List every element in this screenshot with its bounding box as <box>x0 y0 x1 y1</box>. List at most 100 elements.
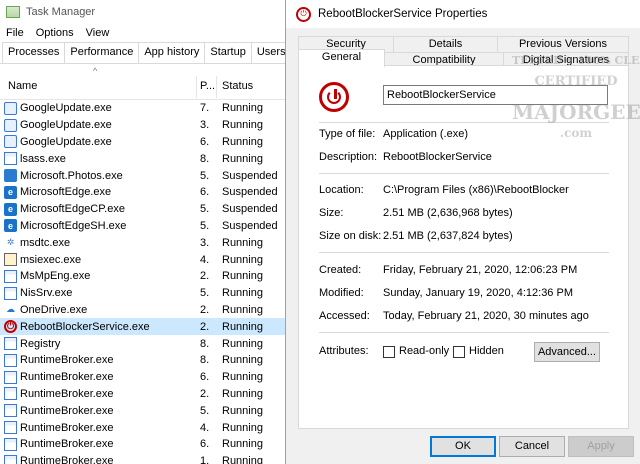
process-row[interactable]: Microsoft.Photos.exe 5. Suspended <box>0 167 292 184</box>
hidden-label: Hidden <box>469 345 504 357</box>
divider <box>319 173 609 174</box>
process-row[interactable]: RuntimeBroker.exe 4. Running <box>0 419 292 436</box>
process-row[interactable]: e MicrosoftEdgeCP.exe 5. Suspended <box>0 201 292 218</box>
google-update-icon <box>4 135 17 149</box>
tab-details[interactable]: Details <box>393 36 498 52</box>
process-row[interactable]: NisSrv.exe 5. Running <box>0 285 292 302</box>
column-header-name[interactable]: Name <box>8 80 37 92</box>
generic-process-icon <box>4 152 17 166</box>
task-manager-window: Task Manager File Options View Processes… <box>0 0 292 464</box>
generic-process-icon <box>4 286 17 300</box>
onedrive-cloud-icon: ☁ <box>6 304 15 315</box>
column-divider[interactable] <box>216 76 217 98</box>
process-row[interactable]: ⏻ RebootBlockerService.exe 2. Running <box>0 318 292 336</box>
process-name: lsass.exe <box>20 152 66 165</box>
file-name-field[interactable]: RebootBlockerService <box>383 85 608 105</box>
process-row[interactable]: ✲ msdtc.exe 3. Running <box>0 234 292 251</box>
task-manager-title: Task Manager <box>26 6 96 18</box>
column-header-pid[interactable]: P... <box>200 80 215 92</box>
google-update-icon <box>4 118 17 132</box>
process-name: RuntimeBroker.exe <box>20 421 114 434</box>
process-row[interactable]: msiexec.exe 4. Running <box>0 251 292 268</box>
description-label: Description: <box>319 151 378 163</box>
apply-button[interactable]: Apply <box>568 436 634 457</box>
process-pid: 7. <box>200 102 210 115</box>
column-header-status[interactable]: Status <box>222 80 253 92</box>
tab-previous-versions[interactable]: Previous Versions <box>497 36 629 52</box>
process-name: GoogleUpdate.exe <box>20 119 112 132</box>
generic-process-icon <box>4 421 17 435</box>
process-pid: 8. <box>200 354 210 367</box>
process-row[interactable]: RuntimeBroker.exe 6. Running <box>0 369 292 386</box>
tab-startup[interactable]: Startup <box>204 42 252 63</box>
size-value: 2.51 MB (2,636,968 bytes) <box>383 207 513 219</box>
sort-caret-icon: ^ <box>93 66 98 76</box>
generic-process-icon <box>4 337 17 351</box>
tab-app-history[interactable]: App history <box>138 42 206 63</box>
menu-options[interactable]: Options <box>36 27 74 39</box>
process-status: Running <box>222 421 263 434</box>
process-pid: 8. <box>200 337 210 350</box>
menu-view[interactable]: View <box>86 27 110 39</box>
menu-file[interactable]: File <box>6 27 24 39</box>
process-status: Running <box>222 236 263 249</box>
tab-general[interactable]: General <box>298 49 385 67</box>
generic-process-icon <box>4 404 17 418</box>
process-name: NisSrv.exe <box>20 287 73 300</box>
process-row[interactable]: RuntimeBroker.exe 6. Running <box>0 436 292 453</box>
size-on-disk-value: 2.51 MB (2,637,824 bytes) <box>383 230 513 242</box>
location-label: Location: <box>319 184 364 196</box>
cancel-button[interactable]: Cancel <box>499 436 565 457</box>
process-row[interactable]: Registry 8. Running <box>0 335 292 352</box>
process-row[interactable]: RuntimeBroker.exe 8. Running <box>0 352 292 369</box>
process-status: Running <box>222 152 263 165</box>
process-status: Running <box>222 119 263 132</box>
type-of-file-label: Type of file: <box>319 128 376 140</box>
process-status: Running <box>222 354 263 367</box>
process-pid: 4. <box>200 421 210 434</box>
process-pid: 5. <box>200 287 210 300</box>
process-row[interactable]: lsass.exe 8. Running <box>0 150 292 167</box>
task-manager-titlebar: Task Manager <box>0 0 292 24</box>
accessed-label: Accessed: <box>319 310 370 322</box>
tab-performance[interactable]: Performance <box>64 42 140 63</box>
process-pid: 1. <box>200 455 210 464</box>
process-row[interactable]: GoogleUpdate.exe 3. Running <box>0 117 292 134</box>
hidden-checkbox[interactable] <box>453 346 465 358</box>
edge-icon: e <box>4 202 17 216</box>
process-status: Running <box>222 320 263 333</box>
process-row[interactable]: GoogleUpdate.exe 7. Running <box>0 100 292 117</box>
read-only-checkbox[interactable] <box>383 346 395 358</box>
process-row[interactable]: e MicrosoftEdge.exe 6. Suspended <box>0 184 292 201</box>
process-pid: 2. <box>200 303 210 316</box>
process-pid: 3. <box>200 119 210 132</box>
process-row[interactable]: RuntimeBroker.exe 5. Running <box>0 402 292 419</box>
process-name: RuntimeBroker.exe <box>20 387 114 400</box>
process-name: RuntimeBroker.exe <box>20 404 114 417</box>
power-symbol-bar <box>334 89 337 99</box>
dialog-title: RebootBlockerService Properties <box>318 8 488 20</box>
advanced-button[interactable]: Advanced... <box>534 342 600 362</box>
process-row[interactable]: RuntimeBroker.exe 2. Running <box>0 386 292 403</box>
process-status: Running <box>222 270 263 283</box>
process-row[interactable]: ☁ OneDrive.exe 2. Running <box>0 302 292 319</box>
process-row[interactable]: RuntimeBroker.exe 1. Running <box>0 453 292 464</box>
tab-processes[interactable]: Processes <box>2 42 66 63</box>
generic-process-icon <box>4 353 17 367</box>
process-pid: 6. <box>200 135 210 148</box>
size-on-disk-label: Size on disk: <box>319 230 382 242</box>
process-row[interactable]: MsMpEng.exe 2. Running <box>0 268 292 285</box>
process-pid: 3. <box>200 236 210 249</box>
ok-button[interactable]: OK <box>430 436 496 457</box>
generic-process-icon <box>4 269 17 283</box>
process-list: GoogleUpdate.exe 7. Running GoogleUpdate.ex… <box>0 100 292 464</box>
size-label: Size: <box>319 207 344 219</box>
task-manager-tabs: Processes Performance App history Startu… <box>0 42 292 64</box>
process-row[interactable]: e MicrosoftEdgeSH.exe 5. Suspended <box>0 218 292 235</box>
process-row[interactable]: GoogleUpdate.exe 6. Running <box>0 134 292 151</box>
dialog-titlebar: ⏻ RebootBlockerService Properties <box>286 0 640 28</box>
column-divider[interactable] <box>196 76 197 98</box>
process-status: Running <box>222 337 263 350</box>
process-name: msdtc.exe <box>20 236 71 249</box>
process-status: Running <box>222 438 263 451</box>
